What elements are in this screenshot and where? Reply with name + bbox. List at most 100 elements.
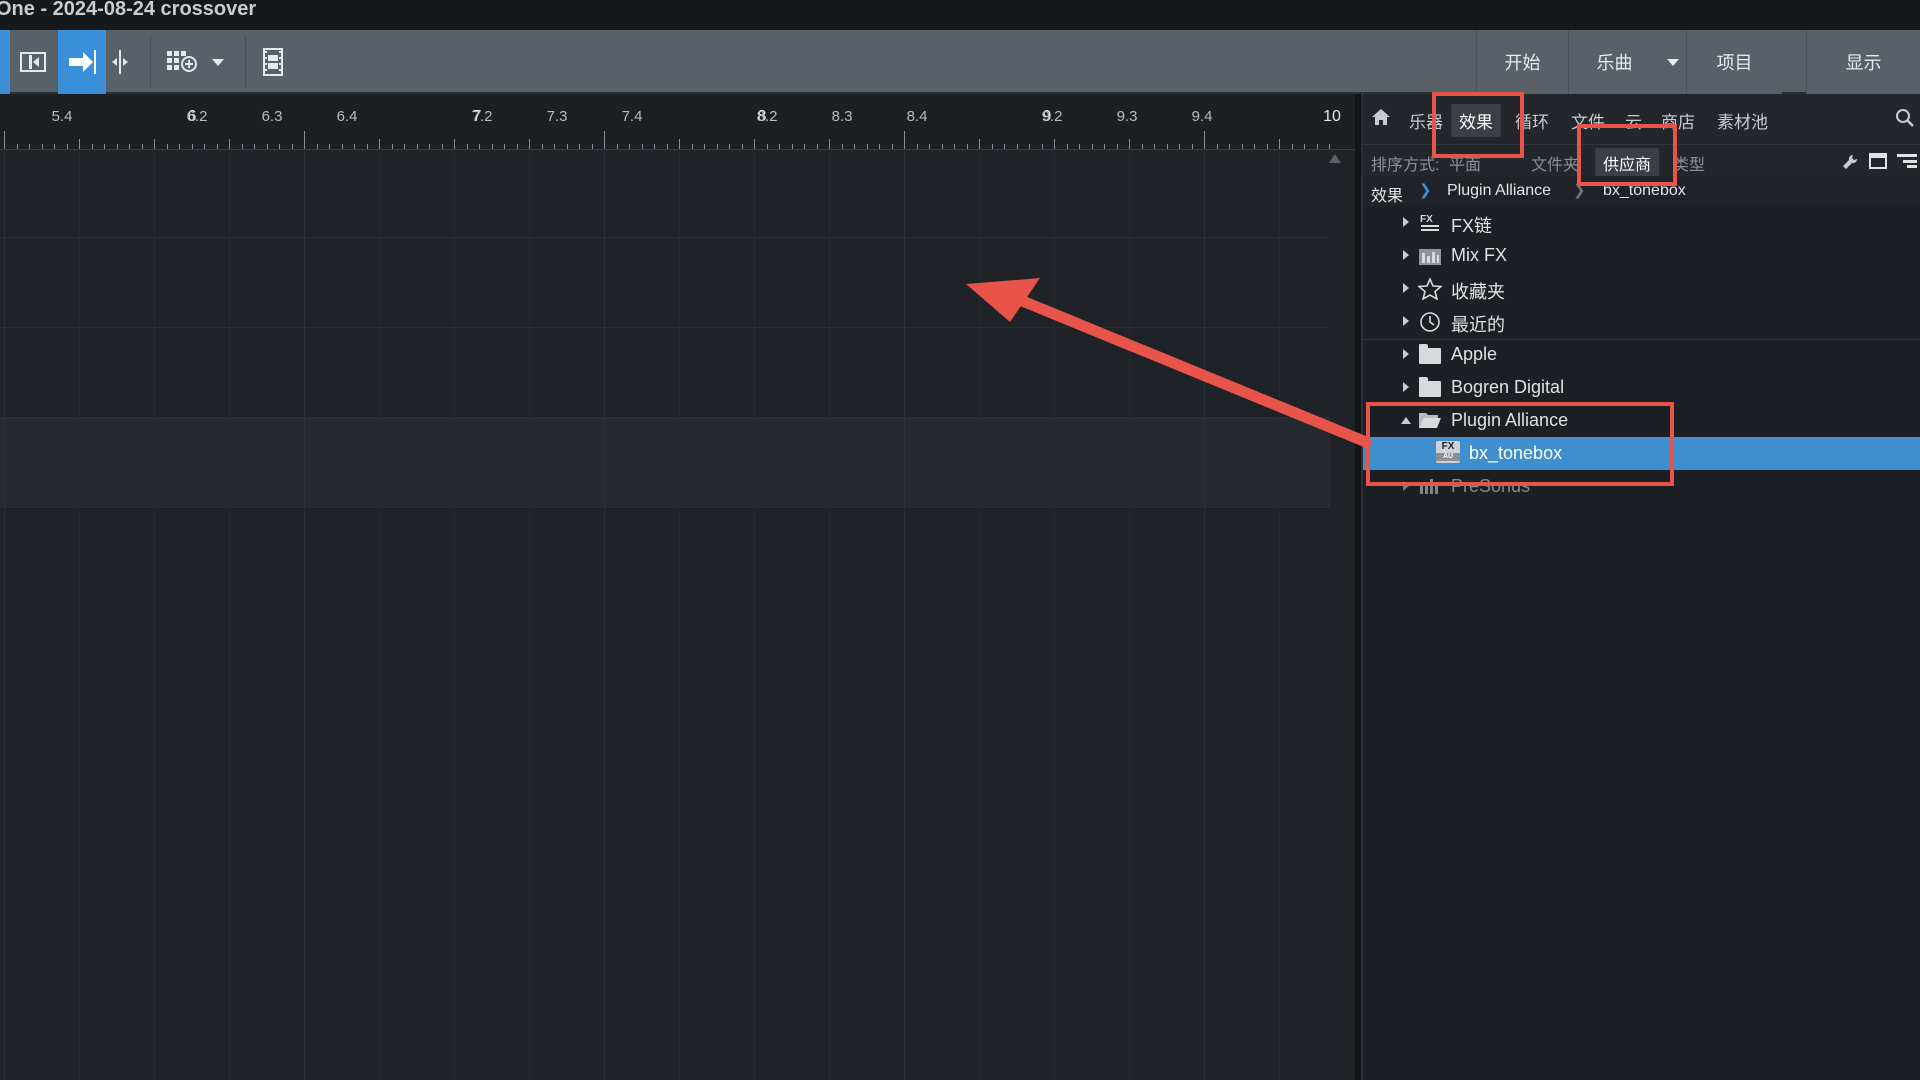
ruler-tick bbox=[1079, 144, 1080, 149]
follow-playhead-button[interactable] bbox=[58, 30, 106, 94]
track-lane[interactable] bbox=[0, 238, 1330, 328]
ruler-tick bbox=[354, 144, 355, 149]
ruler-label: 7.4 bbox=[621, 108, 643, 125]
snap-dropdown-chevron-icon[interactable] bbox=[206, 42, 230, 82]
track-lane[interactable] bbox=[0, 328, 1330, 418]
ruler-tick bbox=[754, 139, 755, 149]
expand-triangle-icon[interactable] bbox=[1403, 250, 1409, 260]
ruler-tick bbox=[1241, 144, 1243, 149]
ruler-tick bbox=[1166, 144, 1168, 149]
expand-triangle-icon[interactable] bbox=[1403, 316, 1409, 326]
main-toolbar: 开始 乐曲 项目 显示 bbox=[0, 30, 1920, 94]
ruler-tick bbox=[679, 139, 680, 149]
tree-item-bogren-digital[interactable]: Bogren Digital bbox=[1363, 371, 1920, 404]
window-title: One - 2024-08-24 crossover bbox=[0, 0, 257, 20]
tool-selected-stub[interactable] bbox=[0, 30, 10, 94]
tree-item-fx-chains[interactable]: FX FX链 bbox=[1363, 206, 1920, 239]
ruler-tick bbox=[129, 144, 130, 149]
ruler-tick bbox=[341, 144, 343, 149]
ruler-tick bbox=[1104, 144, 1105, 149]
window-icon[interactable] bbox=[1869, 153, 1887, 174]
browser-panel: 乐器 效果 循环 文件 云 商店 素材池 排序方式: 平面 文件夹 供应商 类型… bbox=[1361, 94, 1920, 1080]
grid-line bbox=[454, 150, 455, 1080]
breadcrumb-effects[interactable]: 效果 bbox=[1371, 182, 1403, 206]
loop-region-icon[interactable] bbox=[18, 42, 48, 82]
ruler-tick bbox=[104, 144, 105, 149]
ruler-label: 10 bbox=[1323, 108, 1341, 125]
toolbar-divider bbox=[245, 36, 246, 88]
ruler-tick bbox=[79, 139, 80, 149]
ruler-tick bbox=[941, 144, 943, 149]
sort-type-option[interactable]: 类型 bbox=[1673, 151, 1705, 175]
video-film-icon[interactable] bbox=[258, 42, 288, 82]
expand-triangle-icon[interactable] bbox=[1403, 382, 1409, 392]
ruler-tick bbox=[1304, 144, 1305, 149]
ruler-tick bbox=[766, 144, 768, 149]
tree-item-recent[interactable]: 最近的 bbox=[1363, 305, 1920, 338]
nav-project-button[interactable]: 项目 bbox=[1686, 30, 1782, 94]
ruler-tick bbox=[1266, 144, 1268, 149]
ruler-tick bbox=[641, 144, 643, 149]
expand-triangle-icon[interactable] bbox=[1403, 283, 1409, 293]
highlight-effects-tab bbox=[1432, 92, 1524, 158]
tree-item-mix-fx[interactable]: Mix FX bbox=[1363, 239, 1920, 272]
grid-line bbox=[904, 150, 905, 1080]
tree-item-favorites[interactable]: 收藏夹 bbox=[1363, 272, 1920, 305]
mix-fx-icon bbox=[1418, 245, 1442, 265]
ruler-label: 8.3 bbox=[831, 108, 853, 125]
ruler-tick bbox=[716, 144, 718, 149]
ruler-tick bbox=[66, 144, 68, 149]
split-icon[interactable] bbox=[108, 42, 132, 82]
grid-line bbox=[79, 150, 80, 1080]
ruler-tick bbox=[216, 144, 218, 149]
track-lane-selected[interactable] bbox=[0, 418, 1330, 508]
grid-line bbox=[829, 150, 830, 1080]
timeline-ruler[interactable]: 5.4 6 6.2 6.3 6.4 7 7.2 7.3 7.4 8 8.2 8.3 8.4 9 9.2 9.3… bbox=[0, 94, 1355, 150]
search-icon[interactable] bbox=[1895, 108, 1915, 133]
ruler-tick bbox=[1141, 144, 1143, 149]
expand-triangle-icon[interactable] bbox=[1403, 349, 1409, 359]
tree-item-label: Bogren Digital bbox=[1451, 377, 1565, 397]
ruler-tick bbox=[141, 144, 143, 149]
nav-song-button[interactable]: 乐曲 bbox=[1568, 30, 1660, 94]
nav-start-button[interactable]: 开始 bbox=[1476, 30, 1568, 94]
ruler-tick bbox=[1091, 144, 1093, 149]
list-view-icon[interactable] bbox=[1897, 153, 1917, 174]
scroll-up-arrow-icon[interactable] bbox=[1329, 154, 1341, 163]
breadcrumb-plugin-alliance[interactable]: Plugin Alliance bbox=[1447, 182, 1551, 200]
ruler-tick bbox=[1041, 144, 1043, 149]
home-icon[interactable] bbox=[1371, 108, 1391, 131]
grid-line bbox=[4, 150, 5, 1080]
ruler-tick bbox=[566, 144, 568, 149]
ruler-tick bbox=[429, 144, 430, 149]
tree-item-label: 最近的 bbox=[1451, 315, 1505, 335]
tree-item-apple[interactable]: Apple bbox=[1363, 338, 1920, 371]
star-icon bbox=[1416, 276, 1444, 301]
ruler-label: 9.2 bbox=[1041, 108, 1063, 125]
ruler-tick bbox=[991, 144, 993, 149]
ruler-tick bbox=[1279, 139, 1280, 149]
ruler-tick bbox=[366, 144, 368, 149]
clock-icon bbox=[1418, 311, 1442, 332]
ruler-tick bbox=[704, 144, 705, 149]
ruler-tick bbox=[441, 144, 443, 149]
folder-icon bbox=[1418, 344, 1442, 364]
track-lane[interactable] bbox=[0, 150, 1330, 238]
snap-grid-icon[interactable] bbox=[162, 42, 202, 82]
ruler-tick bbox=[579, 144, 580, 149]
arrange-view[interactable]: 5.4 6 6.2 6.3 6.4 7 7.2 7.3 7.4 8 8.2 8.3 8.4 9 9.2 9.3… bbox=[0, 94, 1355, 1080]
expand-triangle-icon[interactable] bbox=[1403, 217, 1409, 227]
ruler-tick bbox=[504, 144, 505, 149]
ruler-tick bbox=[1054, 139, 1055, 149]
nav-show-button[interactable]: 显示 bbox=[1806, 30, 1920, 94]
wrench-icon[interactable] bbox=[1841, 153, 1859, 176]
ruler-tick bbox=[329, 144, 330, 149]
ruler-label: 7.3 bbox=[546, 108, 568, 125]
ruler-label: 6.2 bbox=[186, 108, 208, 125]
ruler-tick bbox=[1129, 139, 1130, 149]
tab-pool[interactable]: 素材池 bbox=[1717, 108, 1768, 133]
ruler-tick bbox=[466, 144, 468, 149]
song-dropdown-chevron-icon[interactable] bbox=[1660, 30, 1686, 94]
ruler-tick bbox=[1066, 144, 1068, 149]
sort-folder-option[interactable]: 文件夹 bbox=[1531, 151, 1579, 175]
